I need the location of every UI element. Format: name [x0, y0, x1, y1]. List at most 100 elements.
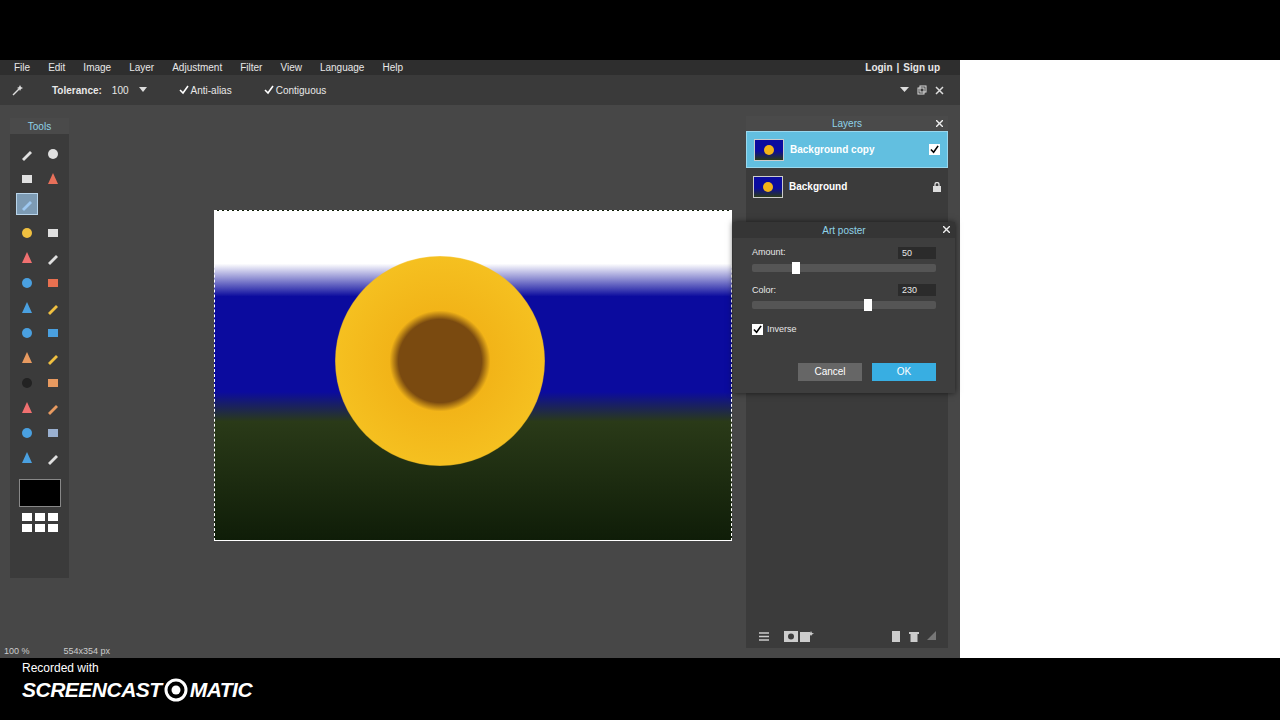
tool-icon — [20, 226, 34, 240]
layers-toolbar — [746, 628, 948, 648]
tool-button[interactable] — [42, 168, 64, 190]
recorder-watermark: Recorded withSCREENCASTMATIC — [0, 658, 1280, 720]
menu-item[interactable]: Layer — [129, 60, 154, 75]
tool-icon — [20, 276, 34, 290]
menu-item[interactable]: File — [14, 60, 30, 75]
tool-button[interactable] — [16, 297, 38, 319]
tool-icon — [46, 351, 60, 365]
menu-item[interactable]: Image — [83, 60, 111, 75]
menu-item[interactable]: Edit — [48, 60, 65, 75]
collapse-icon[interactable] — [900, 87, 909, 93]
menu-item[interactable]: View — [280, 60, 302, 75]
tool-button[interactable] — [42, 347, 64, 369]
login-link[interactable]: Login — [865, 60, 892, 75]
recorder-logo: SCREENCASTMATIC — [22, 678, 1280, 702]
tool-button[interactable] — [42, 372, 64, 394]
signup-link[interactable]: Sign up — [903, 60, 940, 75]
tool-icon — [46, 147, 60, 161]
dropdown-arrow-icon[interactable] — [139, 87, 147, 93]
middle: File Edit Image Layer Adjustment Filter View La… — [0, 60, 1280, 658]
menu-item[interactable]: Help — [382, 60, 403, 75]
tool-button[interactable] — [42, 272, 64, 294]
option-checkbox[interactable]: Contiguous — [264, 83, 327, 98]
menu-item[interactable]: Adjustment — [172, 60, 222, 75]
layer-visibility-checkbox[interactable] — [929, 144, 940, 155]
zoom-level[interactable]: 100 % — [4, 645, 30, 659]
tool-button[interactable] — [42, 322, 64, 344]
tolerance-label: Tolerance: — [52, 83, 102, 98]
tool-button[interactable] — [16, 447, 38, 469]
close-icon[interactable] — [943, 226, 950, 233]
slider-thumb[interactable] — [864, 299, 872, 311]
tool-button[interactable] — [42, 143, 64, 165]
option-checkbox[interactable]: Anti-alias — [179, 83, 232, 98]
tool-icon — [46, 376, 60, 390]
layer-row[interactable]: Background — [746, 168, 948, 205]
slider-track[interactable] — [752, 301, 936, 309]
tool-button[interactable] — [16, 168, 38, 190]
tool-button[interactable] — [16, 222, 38, 244]
white-area — [960, 60, 1280, 658]
trash-icon[interactable] — [909, 631, 919, 642]
cancel-button[interactable]: Cancel — [798, 363, 862, 381]
top-bar — [0, 0, 1280, 60]
layer-row[interactable]: Background copy — [746, 131, 948, 168]
art-poster-dialog: Art posterAmount:50Color:230InverseCance… — [733, 222, 955, 393]
tool-button[interactable] — [16, 193, 38, 215]
editor: File Edit Image Layer Adjustment Filter View La… — [0, 60, 960, 658]
tool-button[interactable] — [42, 422, 64, 444]
layers-title: Layers — [832, 116, 862, 131]
layers-title-bar: Layers — [746, 116, 948, 131]
layer-thumbnail — [753, 176, 783, 198]
tool-button[interactable] — [42, 297, 64, 319]
layer-settings-icon[interactable] — [758, 631, 770, 642]
tool-icon — [20, 147, 34, 161]
slider-track[interactable] — [752, 264, 936, 272]
layer-name: Background copy — [790, 142, 923, 157]
tool-button[interactable] — [42, 447, 64, 469]
menu-item[interactable]: Filter — [240, 60, 262, 75]
window-controls — [900, 85, 948, 95]
tool-button[interactable] — [16, 372, 38, 394]
inverse-checkbox[interactable]: Inverse — [752, 323, 936, 337]
new-layer-icon[interactable] — [891, 631, 901, 642]
menu-item[interactable]: Language — [320, 60, 365, 75]
tool-button[interactable] — [16, 143, 38, 165]
close-icon[interactable] — [936, 120, 943, 127]
check-icon — [930, 145, 939, 154]
swatch-grid-icon[interactable] — [22, 513, 58, 532]
tool-button[interactable] — [16, 347, 38, 369]
tool-icon — [20, 197, 34, 211]
slider-value[interactable]: 230 — [898, 284, 936, 296]
resize-icon[interactable] — [927, 631, 936, 640]
tool-group — [16, 143, 64, 215]
tool-button[interactable] — [16, 247, 38, 269]
tool-icon — [46, 426, 60, 440]
tool-icon — [20, 401, 34, 415]
tool-button[interactable] — [42, 247, 64, 269]
tolerance-value[interactable]: 100 — [112, 83, 129, 98]
layer-mask-icon[interactable] — [784, 631, 814, 642]
ok-button[interactable]: OK — [872, 363, 936, 381]
layer-thumbnail — [754, 139, 784, 161]
tool-button[interactable] — [16, 322, 38, 344]
lock-icon — [933, 182, 941, 192]
menu: File Edit Image Layer Adjustment Filter View La… — [14, 60, 403, 75]
slider-value[interactable]: 50 — [898, 247, 936, 259]
tool-button[interactable] — [16, 272, 38, 294]
tool-button[interactable] — [42, 222, 64, 244]
color-swatch[interactable] — [19, 479, 61, 507]
canvas-image[interactable] — [214, 210, 732, 541]
tool-icon — [20, 451, 34, 465]
restore-icon[interactable] — [917, 85, 927, 95]
close-icon[interactable] — [935, 86, 944, 95]
slider-thumb[interactable] — [792, 262, 800, 274]
tools-title: Tools — [10, 118, 69, 134]
layer-name: Background — [789, 179, 927, 194]
tool-button[interactable] — [16, 422, 38, 444]
dialog-title-bar[interactable]: Art poster — [733, 222, 955, 238]
tool-button[interactable] — [42, 397, 64, 419]
tool-icon — [46, 226, 60, 240]
tool-button[interactable] — [16, 397, 38, 419]
screen: File Edit Image Layer Adjustment Filter View La… — [0, 0, 1280, 720]
